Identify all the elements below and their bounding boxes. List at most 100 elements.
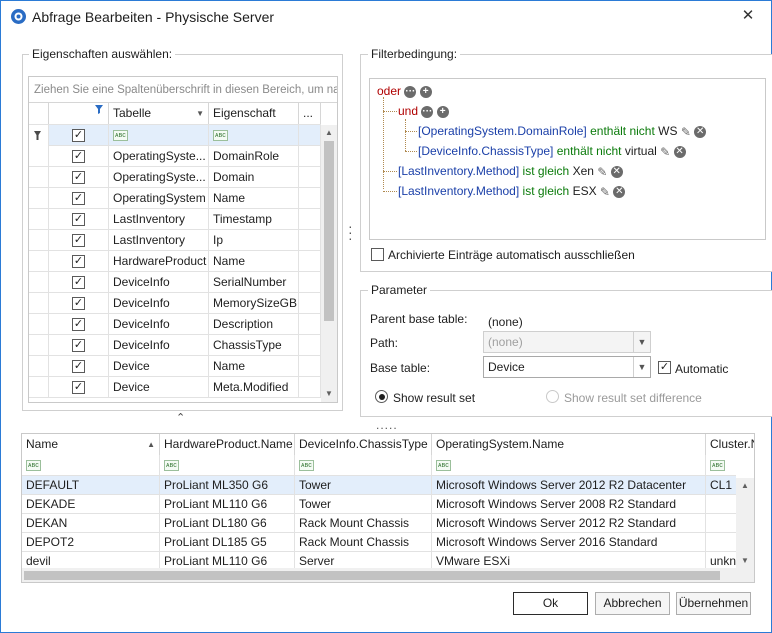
apply-button[interactable]: Übernehmen bbox=[676, 592, 751, 615]
property-cell[interactable]: SerialNumber bbox=[209, 272, 299, 293]
property-cell[interactable]: Meta.Modified bbox=[209, 377, 299, 398]
table-cell[interactable]: OperatingSyste... bbox=[109, 146, 209, 167]
chevron-down-icon[interactable]: ▼ bbox=[633, 357, 650, 377]
property-checkbox[interactable]: ✓ bbox=[72, 192, 85, 205]
remove-condition-icon[interactable]: ✕ bbox=[694, 125, 707, 138]
property-cell[interactable]: Name bbox=[209, 188, 299, 209]
results-filter-cell[interactable]: ᴀʙc bbox=[295, 455, 432, 476]
property-filter-cell[interactable]: ᴀʙc bbox=[209, 125, 299, 146]
property-cell[interactable]: Timestamp bbox=[209, 209, 299, 230]
more-options-icon[interactable]: ··· bbox=[421, 105, 434, 118]
table-row[interactable]: ✓ Device Name bbox=[29, 356, 321, 377]
remove-condition-icon[interactable]: ✕ bbox=[613, 185, 626, 198]
table-row[interactable]: ✓ DeviceInfo MemorySizeGB bbox=[29, 293, 321, 314]
property-checkbox[interactable]: ✓ bbox=[72, 381, 85, 394]
property-cell[interactable]: Ip bbox=[209, 230, 299, 251]
results-hscroll[interactable] bbox=[22, 568, 754, 582]
check-cell[interactable]: ✓ bbox=[49, 209, 109, 230]
check-cell[interactable]: ✓ bbox=[49, 251, 109, 272]
results-filter-cell[interactable]: ᴀʙc bbox=[706, 455, 754, 476]
add-condition-icon[interactable]: + bbox=[436, 105, 449, 118]
results-cell[interactable]: Microsoft Windows Server 2012 R2 Datacen… bbox=[432, 476, 706, 495]
check-cell[interactable]: ✓ bbox=[49, 356, 109, 377]
property-checkbox[interactable]: ✓ bbox=[72, 297, 85, 310]
property-checkbox[interactable]: ✓ bbox=[72, 360, 85, 373]
table-row[interactable]: DEKADE ProLiant ML110 G6 Tower Microsoft Wi… bbox=[22, 495, 736, 514]
remove-condition-icon[interactable]: ✕ bbox=[673, 145, 686, 158]
table-row[interactable]: ✓ OperatingSyste... Domain bbox=[29, 167, 321, 188]
add-condition-icon[interactable]: + bbox=[419, 85, 432, 98]
results-column-header[interactable]: Name ▲ bbox=[22, 434, 160, 455]
table-row[interactable]: ✓ LastInventory Timestamp bbox=[29, 209, 321, 230]
property-cell[interactable]: Name bbox=[209, 356, 299, 377]
results-cell[interactable]: Rack Mount Chassis bbox=[295, 514, 432, 533]
more-options-icon[interactable]: ··· bbox=[404, 85, 417, 98]
results-cell[interactable]: Microsoft Windows Server 2008 R2 Standar… bbox=[432, 495, 706, 514]
check-cell[interactable]: ✓ bbox=[49, 377, 109, 398]
table-cell[interactable]: LastInventory bbox=[109, 209, 209, 230]
table-row[interactable]: ✓ OperatingSystem Name bbox=[29, 188, 321, 209]
or-group-node[interactable]: oder ··· + bbox=[377, 83, 432, 99]
table-cell[interactable]: DeviceInfo bbox=[109, 335, 209, 356]
results-cell[interactable]: ProLiant ML110 G6 bbox=[160, 495, 295, 514]
properties-vscroll[interactable]: ▲ ▼ bbox=[321, 125, 337, 402]
property-cell[interactable]: MemorySizeGB bbox=[209, 293, 299, 314]
column-header-table[interactable]: Tabelle ▼ bbox=[109, 103, 209, 124]
table-cell[interactable]: Device bbox=[109, 377, 209, 398]
property-checkbox[interactable]: ✓ bbox=[72, 339, 85, 352]
edit-pencil-icon[interactable]: ✎ bbox=[600, 184, 610, 200]
property-cell[interactable]: DomainRole bbox=[209, 146, 299, 167]
property-checkbox[interactable]: ✓ bbox=[72, 276, 85, 289]
table-row[interactable]: ✓ LastInventory Ip bbox=[29, 230, 321, 251]
property-checkbox[interactable]: ✓ bbox=[72, 234, 85, 247]
results-cell[interactable]: Microsoft Windows Server 2012 R2 Standar… bbox=[432, 514, 706, 533]
results-filter-cell[interactable]: ᴀʙc bbox=[432, 455, 706, 476]
property-checkbox[interactable]: ✓ bbox=[72, 171, 85, 184]
table-row[interactable]: ✓ OperatingSyste... DomainRole bbox=[29, 146, 321, 167]
results-cell[interactable]: ProLiant DL180 G6 bbox=[160, 514, 295, 533]
groupby-hint[interactable]: Ziehen Sie eine Spaltenüberschrift in di… bbox=[29, 77, 337, 103]
check-cell[interactable]: ✓ bbox=[49, 314, 109, 335]
scroll-thumb[interactable] bbox=[24, 571, 720, 580]
table-row[interactable]: ✓ DeviceInfo SerialNumber bbox=[29, 272, 321, 293]
cancel-button[interactable]: Abbrechen bbox=[595, 592, 670, 615]
splitter-grip-icon[interactable]: · · · bbox=[348, 219, 353, 245]
results-cell[interactable]: DEFAULT bbox=[22, 476, 160, 495]
table-cell[interactable]: DeviceInfo bbox=[109, 272, 209, 293]
table-row[interactable]: ✓ Device Meta.Modified bbox=[29, 377, 321, 398]
table-cell[interactable]: OperatingSystem bbox=[109, 188, 209, 209]
edit-pencil-icon[interactable]: ✎ bbox=[597, 164, 607, 180]
property-cell[interactable]: Domain bbox=[209, 167, 299, 188]
show-difference-radio[interactable] bbox=[546, 390, 559, 403]
close-icon[interactable]: ✕ bbox=[733, 5, 763, 27]
condition-method-esx[interactable]: [LastInventory.Method] ist gleich ESX ✎ … bbox=[398, 183, 626, 200]
check-cell[interactable]: ✓ bbox=[49, 188, 109, 209]
property-cell[interactable]: ChassisType bbox=[209, 335, 299, 356]
results-filter-cell[interactable]: ᴀʙc bbox=[22, 455, 160, 476]
and-group-node[interactable]: und ··· + bbox=[398, 103, 449, 119]
results-filter-cell[interactable]: ᴀʙc bbox=[160, 455, 295, 476]
show-result-radio[interactable] bbox=[375, 390, 388, 403]
table-row[interactable]: ✓ HardwareProduct Name bbox=[29, 251, 321, 272]
scroll-up-icon[interactable]: ▲ bbox=[321, 128, 337, 137]
results-cell[interactable]: DEKAN bbox=[22, 514, 160, 533]
scroll-down-icon[interactable]: ▼ bbox=[321, 389, 337, 398]
results-cell[interactable]: ProLiant DL185 G5 bbox=[160, 533, 295, 552]
property-checkbox[interactable]: ✓ bbox=[72, 318, 85, 331]
chevron-down-icon[interactable]: ▼ bbox=[196, 103, 204, 124]
check-cell[interactable]: ✓ bbox=[49, 146, 109, 167]
scroll-up-icon[interactable]: ▲ bbox=[736, 481, 754, 490]
results-cell[interactable]: ProLiant ML350 G6 bbox=[160, 476, 295, 495]
property-checkbox[interactable]: ✓ bbox=[72, 150, 85, 163]
filter-pin-icon[interactable] bbox=[95, 105, 103, 114]
sort-ascending-icon[interactable]: ▲ bbox=[147, 434, 155, 455]
results-cell[interactable]: Tower bbox=[295, 495, 432, 514]
results-cell[interactable]: DEKADE bbox=[22, 495, 160, 514]
automatic-checkbox[interactable]: ✓ bbox=[658, 361, 671, 374]
results-column-header[interactable]: HardwareProduct.Name bbox=[160, 434, 295, 455]
property-cell[interactable]: Name bbox=[209, 251, 299, 272]
results-cell[interactable]: Rack Mount Chassis bbox=[295, 533, 432, 552]
table-row[interactable]: DEKAN ProLiant DL180 G6 Rack Mount Chassis… bbox=[22, 514, 736, 533]
ok-button[interactable]: Ok bbox=[513, 592, 588, 615]
table-row[interactable]: ✓ DeviceInfo ChassisType bbox=[29, 335, 321, 356]
